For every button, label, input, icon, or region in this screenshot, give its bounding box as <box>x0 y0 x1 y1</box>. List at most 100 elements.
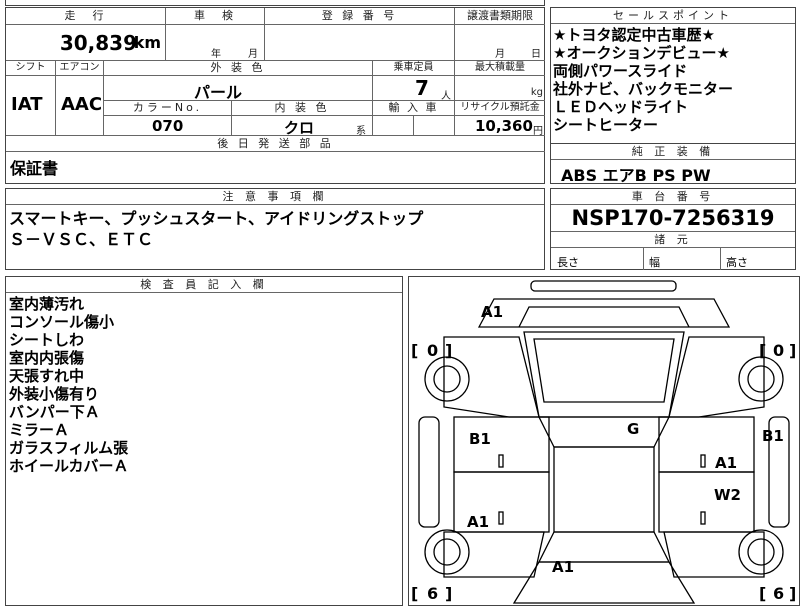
damage-mark-roof: G <box>627 420 639 438</box>
rear-right-tire <box>747 538 775 566</box>
chassis-box: 車 台 番 号 NSP170-7256319 諸 元 長さ 幅 高さ <box>550 188 796 270</box>
notes-box: 注 意 事 項 欄 スマートキー、プッシュスタート、アイドリングストップ Ｓ－Ｖ… <box>5 188 545 270</box>
recycle-label: リサイクル預託金 <box>455 101 545 116</box>
note-line: スマートキー、プッシュスタート、アイドリングストップ <box>9 209 424 228</box>
shaken-cell: 年 月 <box>166 25 265 61</box>
inspector-line: シートしわ <box>9 331 85 349</box>
door-handle <box>498 454 504 468</box>
damage-mark-right-rear-door: W2 <box>714 486 741 504</box>
mileage-unit: km <box>133 33 161 52</box>
recycle-unit: 円 <box>533 126 543 137</box>
ac-cell: AAC <box>56 76 104 136</box>
import-label: 輸 入 車 <box>373 101 455 116</box>
ac-value: AAC <box>61 94 103 115</box>
ac-label: エアコン <box>56 61 104 76</box>
width-label: 幅 <box>649 256 660 269</box>
rear-left-tire <box>424 529 470 575</box>
tire-value: 0 <box>427 341 438 360</box>
inspector-box: 検 査 員 記 入 欄 室内薄汚れ コンソール傷小 シートしわ 室内内張傷 天張… <box>5 276 403 606</box>
tire-value: 0 <box>773 341 784 360</box>
shift-label: シフト <box>6 61 56 76</box>
later-parts-value: 保証書 <box>10 159 59 178</box>
right-front-fender <box>668 336 765 418</box>
vehicle-info-table: 走 行 車 検 登 録 番 号 譲渡書類期限 30,839 km 年 月 月 日… <box>5 7 545 184</box>
rear-hatch <box>512 561 696 604</box>
hood <box>523 331 685 418</box>
transfer-deadline-cell: 月 日 <box>455 25 545 61</box>
tire-value: 6 <box>773 584 784 603</box>
shift-value: IAT <box>11 94 43 115</box>
front-left-tire <box>424 356 470 402</box>
capacity-cell: 7 人 <box>373 76 455 102</box>
inspector-line: 室内薄汚れ <box>9 295 85 313</box>
front-grille <box>518 306 690 328</box>
length-label: 長さ <box>557 256 579 269</box>
import-cell-a <box>373 116 414 136</box>
tire-value: 6 <box>427 584 438 603</box>
interior-color-label: 内 装 色 <box>232 101 373 116</box>
car-diagram: [0] [0] [6] [6] A1 B1 B1 G A1 W2 A1 A1 <box>411 280 796 604</box>
rear-left-tire <box>433 538 461 566</box>
transfer-deadline-label: 譲渡書類期限 <box>455 8 545 25</box>
mileage-label: 走 行 <box>6 8 166 25</box>
svg-text:[: [ <box>759 341 766 360</box>
inspector-line: ガラスフィルム張 <box>9 439 129 457</box>
capacity-value: 7 <box>415 76 429 100</box>
recycle-cell: 10,360 円 <box>455 116 545 137</box>
inspector-label: 検 査 員 記 入 欄 <box>6 277 402 293</box>
mileage-value: 30,839 <box>59 31 137 55</box>
inspector-line: 室内内張傷 <box>9 349 85 367</box>
right-front-door <box>658 416 755 473</box>
front-left-tire <box>433 365 461 393</box>
sales-points-label: セールスポイント <box>551 8 795 24</box>
door-handle <box>498 511 504 525</box>
capacity-unit: 人 <box>441 91 451 102</box>
height-label: 高さ <box>726 256 748 269</box>
front-right-tire <box>738 356 784 402</box>
front-bumper <box>477 298 731 328</box>
inspector-line: 外装小傷有り <box>9 385 100 403</box>
damage-mark-right-front: B1 <box>762 427 784 445</box>
transfer-day-unit: 日 <box>531 49 541 60</box>
equipment-value: ABS エアB PS PW <box>561 166 711 185</box>
equipment-label: 純 正 装 備 <box>551 144 795 160</box>
damage-mark-front: A1 <box>481 303 503 321</box>
transfer-month-unit: 月 <box>495 49 505 60</box>
windshield <box>537 416 671 448</box>
roof <box>553 446 655 533</box>
tire-readout-rear-left: [6] <box>411 584 452 603</box>
color-no-cell: 070 <box>104 116 232 136</box>
svg-text:]: ] <box>789 584 796 603</box>
sales-point-line: シートヒーター <box>553 116 659 134</box>
sales-point-line: ＬＥＤヘッドライト <box>553 98 689 116</box>
interior-color-suffix: 系 <box>356 126 366 137</box>
inspector-line: コンソール傷小 <box>9 313 115 331</box>
damage-mark-left-rear: A1 <box>467 513 489 531</box>
capacity-label: 乗車定員 <box>373 61 455 76</box>
recycle-value: 10,360 <box>475 117 533 135</box>
svg-text:[: [ <box>411 341 418 360</box>
dims-divider <box>643 248 644 270</box>
svg-text:]: ] <box>445 341 452 360</box>
registration-cell <box>265 25 455 61</box>
dims-divider <box>720 248 721 270</box>
hood-inner <box>533 338 675 403</box>
damage-mark-right-front-door: A1 <box>715 454 737 472</box>
later-parts-label: 後 日 発 送 部 品 <box>6 136 545 152</box>
exterior-color-sub <box>329 76 373 101</box>
front-right-tire <box>747 365 775 393</box>
interior-color-cell: クロ 系 <box>232 116 373 137</box>
svg-text:]: ] <box>789 341 796 360</box>
tire-readout-front-right: [0] <box>759 341 796 360</box>
left-front-fender <box>443 336 540 418</box>
import-cell-b <box>414 116 455 136</box>
notes-label: 注 意 事 項 欄 <box>6 189 544 205</box>
svg-text:[: [ <box>411 584 418 603</box>
max-load-label: 最大積載量 <box>455 61 545 76</box>
sales-point-line: ★トヨタ認定中古車歴★ <box>553 26 715 44</box>
notes-list: スマートキー、プッシュスタート、アイドリングストップ Ｓ－ＶＳＣ、ＥＴＣ <box>6 205 544 250</box>
door-handle <box>700 511 706 525</box>
sales-points-list: ★トヨタ認定中古車歴★ ★オークションデビュー★ 両側パワースライド 社外ナビ、… <box>551 24 795 134</box>
inspector-list: 室内薄汚れ コンソール傷小 シートしわ 室内内張傷 天張すれ中 外装小傷有り バ… <box>6 293 402 475</box>
tire-readout-rear-right: [6] <box>759 584 796 603</box>
